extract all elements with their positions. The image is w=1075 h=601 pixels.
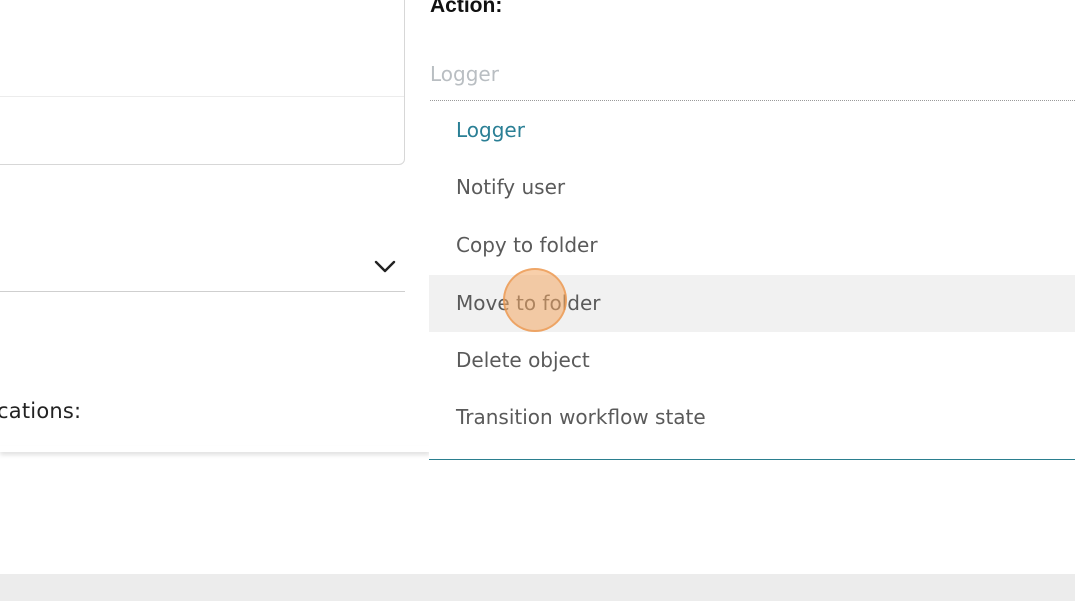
option-delete-object[interactable]: Delete object xyxy=(429,332,1075,389)
action-select-value: Logger xyxy=(430,62,499,86)
chevron-down-icon[interactable] xyxy=(373,254,397,278)
footer-bar xyxy=(0,574,1075,601)
option-notify-user[interactable]: Notify user xyxy=(429,159,1075,216)
panel-shadow xyxy=(0,446,430,452)
locations-label: ocations: xyxy=(0,399,82,423)
option-logger[interactable]: Logger xyxy=(429,102,1075,159)
action-label: Action: xyxy=(430,0,503,17)
option-copy-to-folder[interactable]: Copy to folder xyxy=(429,217,1075,274)
card-divider xyxy=(0,96,404,97)
option-move-to-folder[interactable]: Move to folder xyxy=(429,275,1075,332)
action-select[interactable]: Logger xyxy=(430,56,1075,101)
stage: ocations: Action: Logger Logger Notify u… xyxy=(0,0,1075,601)
left-card xyxy=(0,0,405,165)
option-transition-workflow-state[interactable]: Transition workflow state xyxy=(429,389,1075,446)
left-select[interactable] xyxy=(0,240,405,292)
action-dropdown-menu: Logger Notify user Copy to folder Move t… xyxy=(429,102,1075,460)
